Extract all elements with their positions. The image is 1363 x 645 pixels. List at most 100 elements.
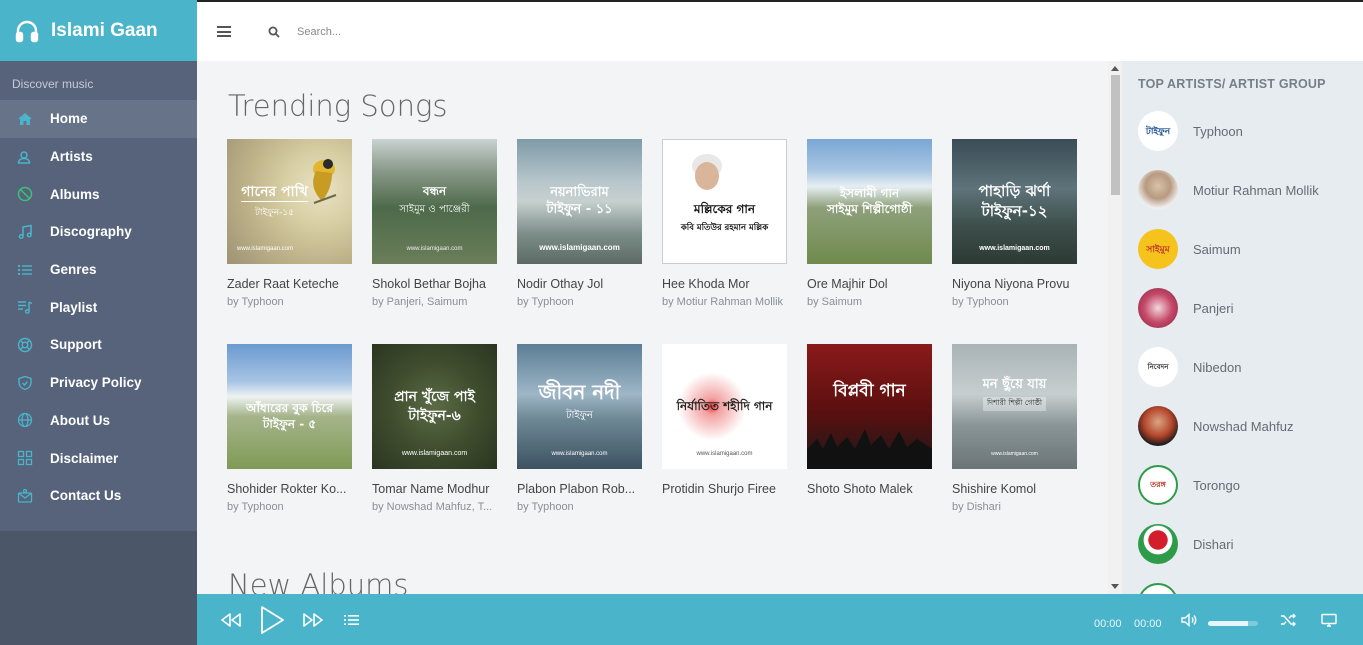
song-cover[interactable]: গানের পাখি টাইফুন-১৫ www.islamigaan.com [227, 139, 352, 264]
player-bar: 00:00 00:00 [197, 594, 1363, 645]
song-artist[interactable]: by Typhoon [227, 501, 352, 513]
shuffle-button[interactable] [1279, 594, 1297, 645]
playlist-button[interactable] [343, 594, 361, 645]
song-card[interactable]: গানের পাখি টাইফুন-১৫ www.islamigaan.com … [227, 139, 352, 308]
rewind-button[interactable] [219, 594, 243, 645]
song-title[interactable]: Shoto Shoto Malek [807, 482, 932, 496]
song-artist[interactable]: by Typhoon [227, 296, 352, 308]
sidebar-item-playlist[interactable]: Playlist [0, 288, 197, 326]
sidebar-item-about-us[interactable]: About Us [0, 402, 197, 440]
artist-item[interactable]: Panjeri [1138, 288, 1233, 328]
artist-item[interactable]: Nowshad Mahfuz [1138, 406, 1293, 446]
song-title[interactable]: Shishire Komol [952, 482, 1077, 496]
song-artist[interactable]: by Typhoon [517, 296, 642, 308]
playlist-list-icon [344, 614, 359, 625]
song-card[interactable]: জীবন নদী টাইফুন www.islamigaan.com Plabo… [517, 344, 642, 513]
song-card[interactable]: মন ছুঁয়ে যায় দিশারী শিল্পী গোষ্ঠী www.… [952, 344, 1077, 513]
song-artist[interactable]: by Nowshad Mahfuz, T... [372, 501, 497, 513]
song-card[interactable]: বন্ধন সাইমুম ও পাঞ্জেরী www.islamigaan.c… [372, 139, 497, 308]
artist-item[interactable]: Dishari [1138, 524, 1233, 564]
song-title[interactable]: Shokol Bethar Bojha [372, 277, 497, 291]
song-card[interactable]: বিপ্লবী গান Shoto Shoto Malek [807, 344, 932, 513]
sidebar-item-disclaimer[interactable]: Disclaimer [0, 439, 197, 477]
fast-forward-button[interactable] [301, 594, 325, 645]
song-title[interactable]: Ore Majhir Dol [807, 277, 932, 291]
song-artist[interactable]: by Saimum [807, 296, 932, 308]
scroll-down-arrow-icon[interactable] [1111, 584, 1119, 589]
song-cover[interactable]: নয়নাভিরাম টাইফুন - ১১ www.islamigaan.co… [517, 139, 642, 264]
sidebar-item-contact-us[interactable]: Contact Us [0, 477, 197, 515]
top-artists-title: TOP ARTISTS/ ARTIST GROUP [1138, 77, 1326, 91]
sidebar-item-albums[interactable]: Albums [0, 175, 197, 213]
song-artist[interactable]: by Motiur Rahman Mollik [662, 296, 787, 308]
song-cover[interactable]: মল্লিকের গান কবি মতিউর রহমান মল্লিক [662, 139, 787, 264]
volume-icon [1181, 612, 1197, 627]
main-scrollbar[interactable] [1108, 61, 1122, 594]
play-button[interactable] [257, 594, 287, 645]
search-icon[interactable] [268, 26, 280, 38]
cover-watermark: www.islamigaan.com [539, 243, 620, 252]
song-title[interactable]: Protidin Shurjo Firee [662, 482, 787, 496]
song-card[interactable]: পাহাড়ি ঝর্ণা টাইফুন-১২ www.islamigaan.c… [952, 139, 1077, 308]
artist-avatar [1138, 406, 1178, 446]
song-title[interactable]: Hee Khoda Mor [662, 277, 787, 291]
artist-item[interactable]: সাইমুম Saimum [1138, 229, 1241, 269]
menu-line [217, 35, 231, 37]
sidebar-item-support[interactable]: Support [0, 326, 197, 364]
song-title[interactable]: Zader Raat Keteche [227, 277, 352, 291]
brand-title: Islami Gaan [51, 19, 158, 41]
sidebar-item-privacy-policy[interactable]: Privacy Policy [0, 364, 197, 402]
song-cover[interactable]: প্রান খুঁজে পাই টাইফুন-৬ www.islamigaan.… [372, 344, 497, 469]
volume-slider[interactable] [1208, 621, 1258, 626]
song-card[interactable]: নয়নাভিরাম টাইফুন - ১১ www.islamigaan.co… [517, 139, 642, 308]
song-title[interactable]: Plabon Plabon Rob... [517, 482, 642, 496]
cover-watermark: www.islamigaan.com [551, 451, 608, 457]
song-cover[interactable]: মন ছুঁয়ে যায় দিশারী শিল্পী গোষ্ঠী www.… [952, 344, 1077, 469]
song-artist[interactable]: by Panjeri, Saimum [372, 296, 497, 308]
song-card[interactable]: আঁধারের বুক চিরে টাইফুন - ৫ Shohider Rok… [227, 344, 352, 513]
sidebar-item-artists[interactable]: Artists [0, 138, 197, 176]
artist-item[interactable] [1138, 583, 1178, 594]
sidebar-item-discography[interactable]: Discography [0, 213, 197, 251]
scroll-up-arrow-icon[interactable] [1111, 66, 1119, 71]
song-cover[interactable]: নির্যাতিত শহীদি গান www.islamigaan.com [662, 344, 787, 469]
song-title[interactable]: Tomar Name Modhur [372, 482, 497, 496]
cast-button[interactable] [1320, 594, 1338, 645]
song-cover[interactable]: জীবন নদী টাইফুন www.islamigaan.com [517, 344, 642, 469]
song-card[interactable]: নির্যাতিত শহীদি গান www.islamigaan.com P… [662, 344, 787, 513]
song-cover[interactable]: বিপ্লবী গান [807, 344, 932, 469]
scrollbar-thumb[interactable] [1111, 75, 1120, 195]
artist-item[interactable]: Motiur Rahman Mollik [1138, 170, 1319, 210]
cover-subtitle: দিশারী শিল্পী গোষ্ঠী [983, 396, 1046, 411]
artist-avatar: তরঙ্গ [1138, 465, 1178, 505]
song-cover[interactable]: ইসলামী গান সাইমুম শিল্পীগোষ্ঠী [807, 139, 932, 264]
song-cover[interactable]: আঁধারের বুক চিরে টাইফুন - ৫ [227, 344, 352, 469]
song-artist[interactable]: by Dishari [952, 501, 1077, 513]
sidebar-item-genres[interactable]: Genres [0, 251, 197, 289]
volume-button[interactable] [1180, 594, 1198, 645]
song-card[interactable]: ইসলামী গান সাইমুম শিল্পীগোষ্ঠী Ore Majhi… [807, 139, 932, 308]
song-card[interactable]: মল্লিকের গান কবি মতিউর রহমান মল্লিক Hee … [662, 139, 787, 308]
song-title[interactable]: Shohider Rokter Ko... [227, 482, 352, 496]
artist-avatar: সাইমুম [1138, 229, 1178, 269]
new-albums-title: New Albums [228, 568, 409, 594]
song-title[interactable]: Nodir Othay Jol [517, 277, 642, 291]
hamburger-menu-button[interactable] [217, 26, 231, 37]
brand-header[interactable]: Islami Gaan [0, 0, 197, 61]
sidebar-item-home[interactable]: Home [0, 100, 197, 138]
cover-title: মন ছুঁয়ে যায় [982, 377, 1047, 393]
song-artist[interactable]: by Typhoon [952, 296, 1077, 308]
artist-item[interactable]: নিবেদন Nibedon [1138, 347, 1241, 387]
song-card[interactable]: প্রান খুঁজে পাই টাইফুন-৬ www.islamigaan.… [372, 344, 497, 513]
search-input[interactable] [297, 25, 697, 38]
song-cover[interactable]: বন্ধন সাইমুম ও পাঞ্জেরী www.islamigaan.c… [372, 139, 497, 264]
song-title[interactable]: Niyona Niyona Provu [952, 277, 1077, 291]
artist-item[interactable]: তরঙ্গ Torongo [1138, 465, 1240, 505]
avatar-logo-text: টাইফুন [1145, 125, 1171, 136]
song-artist[interactable]: by Typhoon [517, 501, 642, 513]
cover-title: মল্লিকের গান [693, 202, 756, 217]
artist-item[interactable]: টাইফুন Typhoon [1138, 111, 1243, 151]
artist-avatar: টাইফুন [1138, 111, 1178, 151]
song-cover[interactable]: পাহাড়ি ঝর্ণা টাইফুন-১২ www.islamigaan.c… [952, 139, 1077, 264]
avatar-logo-text: নিবেদন [1147, 364, 1169, 371]
